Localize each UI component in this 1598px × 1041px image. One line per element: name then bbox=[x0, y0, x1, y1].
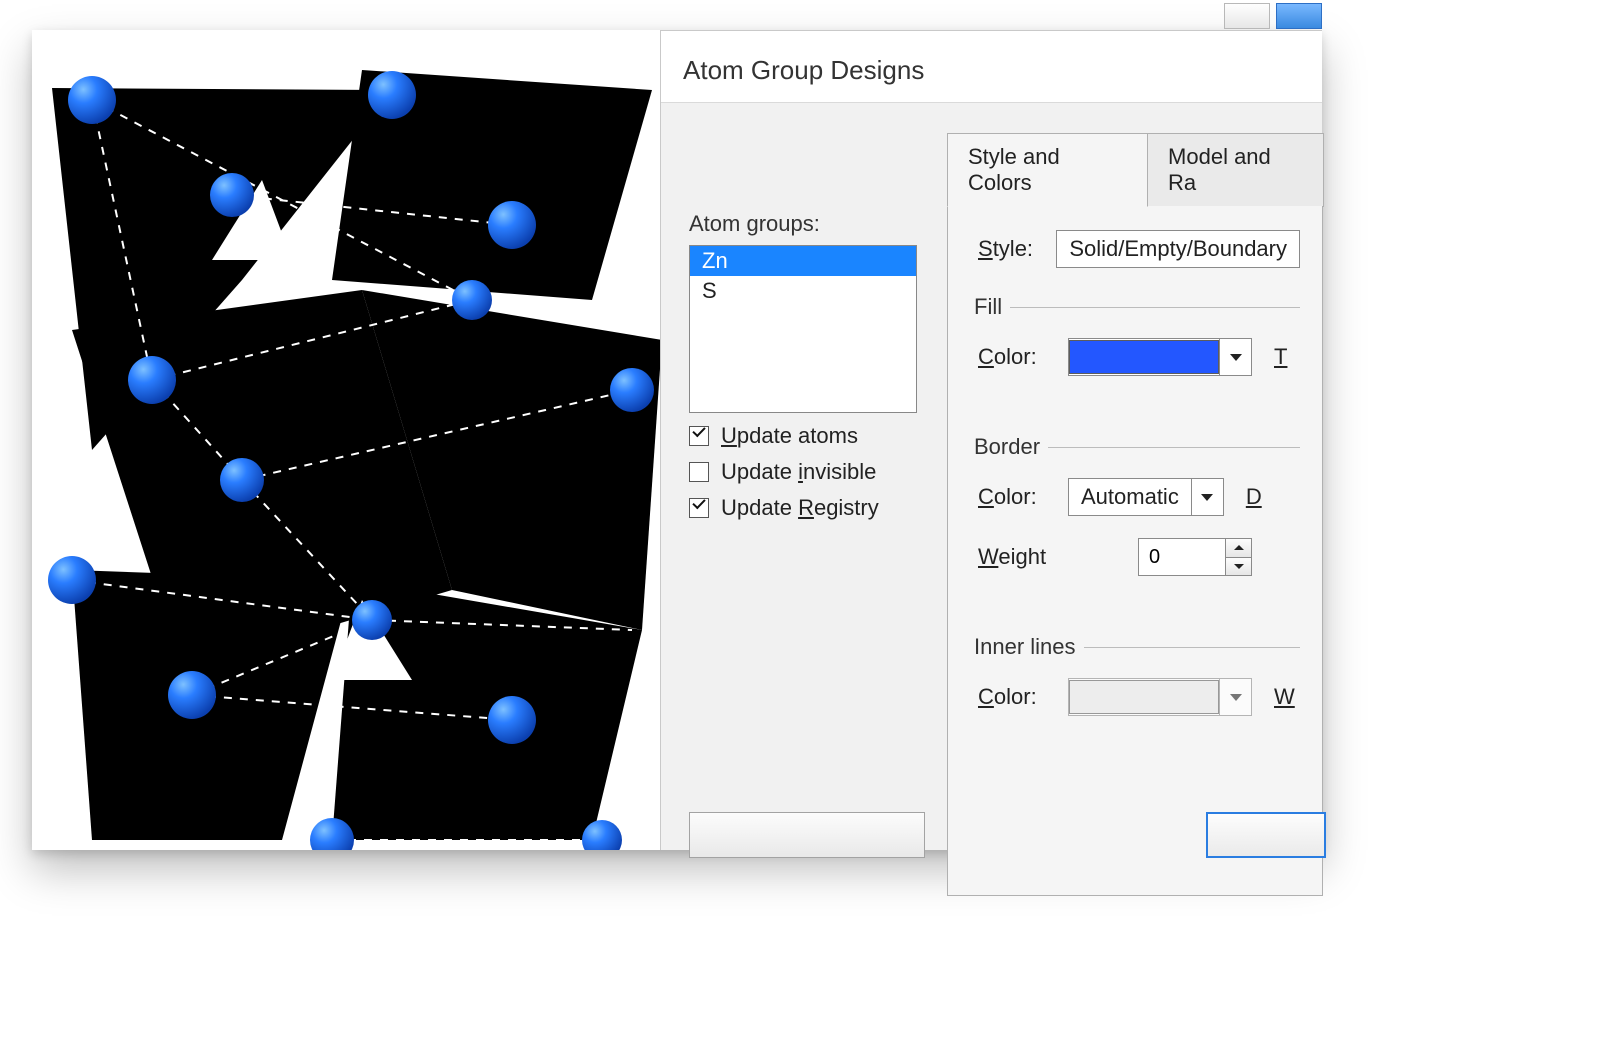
update-registry-checkbox[interactable]: Update Registry bbox=[689, 495, 925, 521]
fill-color-label: Color: bbox=[978, 344, 1068, 370]
atom-groups-listbox[interactable]: Zn S bbox=[689, 245, 917, 413]
border-legend: Border bbox=[974, 434, 1048, 460]
style-value: Solid/Empty/Boundary bbox=[1057, 236, 1299, 262]
update-registry-label: Update Registry bbox=[721, 495, 879, 521]
spin-up-button[interactable] bbox=[1226, 538, 1252, 558]
fill-color-dropdown[interactable] bbox=[1068, 338, 1252, 376]
spin-down-button[interactable] bbox=[1226, 558, 1252, 577]
chevron-down-icon bbox=[1219, 339, 1251, 375]
checkbox-icon bbox=[689, 462, 709, 482]
inner-lines-legend: Inner lines bbox=[974, 634, 1084, 660]
border-weight-spinner[interactable] bbox=[1138, 538, 1252, 576]
atom-groups-label: Atom groups: bbox=[689, 211, 925, 237]
checkbox-icon bbox=[689, 498, 709, 518]
inner-lines-group: Inner lines Color: W bbox=[978, 634, 1300, 748]
border-color-value: Automatic bbox=[1069, 484, 1191, 510]
update-invisible-label: Update invisible bbox=[721, 459, 876, 485]
fill-color-swatch bbox=[1069, 340, 1219, 374]
dialog-ok-button[interactable] bbox=[1206, 812, 1326, 858]
border-color-dropdown[interactable]: Automatic bbox=[1068, 478, 1224, 516]
update-atoms-checkbox[interactable]: Update atoms bbox=[689, 423, 925, 449]
atom-groups-item-s[interactable]: S bbox=[690, 276, 916, 306]
fill-trail-link[interactable]: T bbox=[1274, 344, 1287, 370]
chevron-down-icon bbox=[1219, 679, 1251, 715]
tab-style-and-colors[interactable]: Style and Colors bbox=[947, 133, 1148, 207]
atom-groups-item-zn[interactable]: Zn bbox=[690, 246, 916, 276]
update-atoms-label: Update atoms bbox=[721, 423, 858, 449]
tab-page-style-and-colors: Style: Solid/Empty/Boundary Fill Color: bbox=[947, 206, 1323, 896]
window-minimize-button[interactable] bbox=[1224, 3, 1270, 29]
border-weight-input[interactable] bbox=[1138, 538, 1226, 576]
border-trail-link[interactable]: D bbox=[1246, 484, 1262, 510]
update-invisible-checkbox[interactable]: Update invisible bbox=[689, 459, 925, 485]
checkbox-icon bbox=[689, 426, 709, 446]
style-label: Style: bbox=[978, 236, 1056, 262]
window-maximize-button[interactable] bbox=[1276, 3, 1322, 29]
dialog-left-button[interactable] bbox=[689, 812, 925, 858]
inner-color-label: Color: bbox=[978, 684, 1068, 710]
atom-group-designs-dialog: Atom Group Designs Atom groups: Zn S Upd… bbox=[660, 30, 1322, 850]
inner-color-dropdown[interactable] bbox=[1068, 678, 1252, 716]
border-group: Border Color: Automatic D Weight bbox=[978, 434, 1300, 608]
dialog-title: Atom Group Designs bbox=[661, 31, 1322, 103]
fill-legend: Fill bbox=[974, 294, 1010, 320]
inner-trail-link[interactable]: W bbox=[1274, 684, 1295, 710]
inner-color-swatch bbox=[1069, 680, 1219, 714]
fill-group: Fill Color: T bbox=[978, 294, 1300, 408]
tab-model-and-ra[interactable]: Model and Ra bbox=[1147, 133, 1324, 207]
app-frame: Atom Group Designs Atom groups: Zn S Upd… bbox=[32, 30, 1322, 850]
chevron-down-icon bbox=[1191, 479, 1223, 515]
border-color-label: Color: bbox=[978, 484, 1068, 510]
border-weight-label: Weight bbox=[978, 544, 1068, 570]
style-dropdown[interactable]: Solid/Empty/Boundary bbox=[1056, 230, 1300, 268]
tab-strip: Style and Colors Model and Ra bbox=[947, 133, 1323, 207]
structure-viewport[interactable] bbox=[32, 30, 660, 850]
